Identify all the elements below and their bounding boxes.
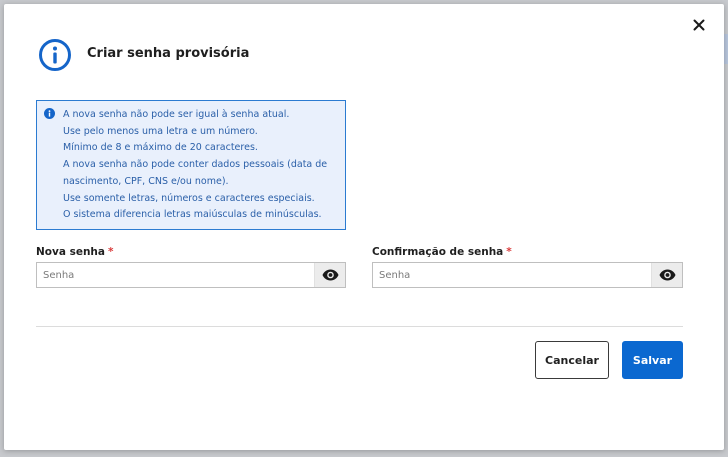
confirm-password-label-text: Confirmação de senha xyxy=(372,246,504,258)
required-marker: * xyxy=(506,246,512,258)
password-rule: Use pelo menos uma letra e um número. xyxy=(63,125,258,137)
password-rule: A nova senha não pode conter dados pesso… xyxy=(63,159,328,171)
password-rule: O sistema diferencia letras maiúsculas d… xyxy=(63,209,322,221)
create-temp-password-dialog: Criar senha provisória A nova senha não … xyxy=(4,4,724,450)
new-password-label-text: Nova senha xyxy=(36,246,105,258)
dialog-title: Criar senha provisória xyxy=(87,46,250,61)
info-icon xyxy=(44,108,55,119)
password-rule: nascimento, CPF, CNS e/ou nome). xyxy=(63,175,229,187)
confirm-password-input[interactable] xyxy=(373,263,650,287)
footer-divider xyxy=(36,326,683,327)
close-button[interactable] xyxy=(690,16,708,34)
cancel-button[interactable]: Cancelar xyxy=(535,341,609,379)
show-new-password-button[interactable] xyxy=(314,263,345,287)
new-password-field xyxy=(36,262,346,288)
save-button[interactable]: Salvar xyxy=(622,341,683,379)
confirm-password-label: Confirmação de senha * xyxy=(372,246,512,258)
confirm-password-field xyxy=(372,262,683,288)
eye-icon xyxy=(659,269,675,281)
new-password-input[interactable] xyxy=(37,263,314,287)
password-rule: Mínimo de 8 e máximo de 20 caracteres. xyxy=(63,142,258,154)
new-password-label: Nova senha * xyxy=(36,246,114,258)
password-rules-list: A nova senha não pode ser igual à senha … xyxy=(63,107,339,224)
close-icon xyxy=(693,19,705,31)
required-marker: * xyxy=(108,246,114,258)
password-rule: Use somente letras, números e caracteres… xyxy=(63,192,315,204)
password-rules-alert: A nova senha não pode ser igual à senha … xyxy=(36,100,346,230)
info-circle-icon xyxy=(39,39,71,71)
eye-icon xyxy=(322,269,338,281)
password-rule: A nova senha não pode ser igual à senha … xyxy=(63,109,290,120)
show-confirm-password-button[interactable] xyxy=(651,263,682,287)
